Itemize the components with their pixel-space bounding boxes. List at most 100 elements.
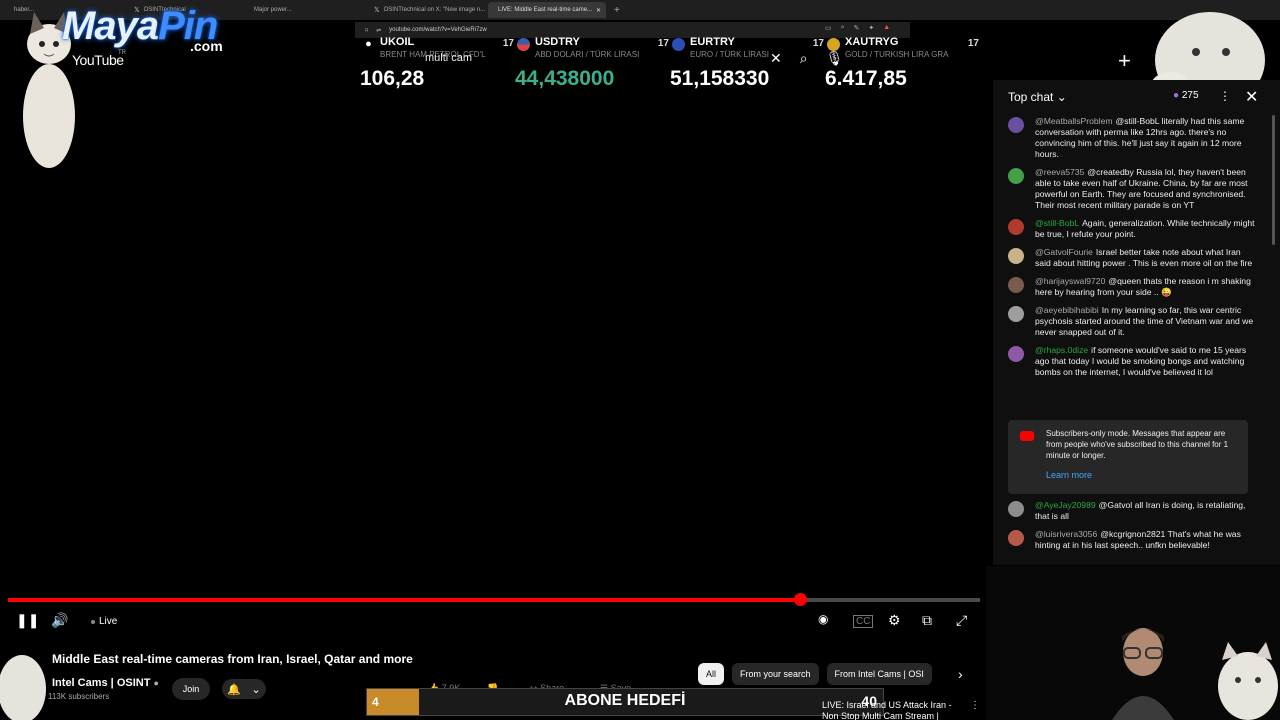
settings-icon[interactable]: ⚙ [888,612,901,629]
close-icon[interactable]: ✕ [770,50,782,67]
related-title-line2: Non Stop Multi Cam Stream | [822,711,939,720]
avatar[interactable] [1008,306,1024,322]
chat-message: @GatvolFourie Israel better take note abo… [1008,247,1258,269]
more-options-icon[interactable]: ⋮ [970,700,980,711]
ticker-value: 106,28 [360,67,425,90]
us-flag-icon [517,38,530,51]
overlay-icons: ✕ ⌕ 🎙 [770,50,843,67]
browser-tab-active[interactable]: LIVE: Middle East real-time came... ✕ [488,2,606,18]
browser-tab[interactable]: Major power... [248,2,366,18]
chat-mode-dropdown[interactable]: Top chat ⌄ [1008,90,1067,104]
close-chat-icon[interactable]: ✕ [1245,87,1258,107]
chat-message-body: @harijayswal9720 @queen thats the reason … [1035,276,1258,298]
extension-icon[interactable]: ✦ [868,24,874,32]
avatar[interactable] [1008,168,1024,184]
oil-drop-icon: ● [362,38,375,51]
chat-message-body: @MeatballsProblem @still-BobL literally h… [1035,116,1258,160]
notice-text: Subscribers-only mode. Messages that app… [1046,429,1229,460]
chip-all[interactable]: All [698,663,725,685]
miniplayer-icon[interactable]: ⧉ [922,612,932,629]
avatar[interactable] [1008,277,1024,293]
youtube-wordmark: YouTube [72,52,124,68]
captions-icon[interactable]: CC [853,615,874,628]
chat-message: @reeva5735 @createdby Russia lol, they ha… [1008,167,1258,211]
chat-message: @aeyebibihabibi In my learning so far, th… [1008,305,1258,338]
ticker-symbol: EURTRY [690,36,735,48]
live-label[interactable]: Live [99,616,117,627]
live-indicator-icon [91,620,95,624]
chat-author[interactable]: @aeyebibihabibi [1035,305,1099,315]
eu-flag-icon [672,38,685,51]
avatar[interactable] [1008,117,1024,133]
bookmark-icon[interactable]: ⌑ [365,27,368,34]
x-icon: 𝕏 [374,7,380,14]
chat-message: @harijayswal9720 @queen thats the reason … [1008,276,1258,298]
close-tab-icon[interactable]: ✕ [596,7,601,14]
tradingview-icon: 17 [812,38,824,49]
new-tab-button[interactable]: + [614,5,620,16]
chat-author[interactable]: @harijayswal9720 [1035,276,1105,286]
streamer-image [1112,628,1174,720]
chip-from-your-search[interactable]: From your search [732,663,819,685]
ticker-name: ABD DOLARI / TÜRK LİRASI [535,50,640,59]
chat-message-body: @aeyebibihabibi In my learning so far, th… [1035,305,1258,338]
cast-icon[interactable]: ▭ [825,24,832,32]
channel-name[interactable]: Intel Cams | OSINT ● [52,677,159,689]
live-chat-panel: Top chat ⌄ ● 275 ⋮ ✕ @MeatballsProblem @s… [993,80,1280,565]
autoplay-icon[interactable]: ◉ [818,612,828,626]
shield-icon[interactable]: ▲ [883,24,890,32]
ticker-name: GOLD / TURKISH LIRA GRA [845,50,949,59]
logo-com: .com [190,38,223,54]
search-icon[interactable]: ⌕ [800,50,808,67]
avatar[interactable] [1008,530,1024,546]
screen: haber... 𝕏 OSINTtechnical Major power... … [0,0,1280,720]
fullscreen-icon[interactable]: ⤢ [956,612,967,629]
chip-from-channel[interactable]: From Intel Cams | OSI [826,663,932,685]
chat-message-body: @rhaps.0dize if someone would've said to … [1035,345,1258,378]
address-bar-icons: ▭ ⌕ ✎ ✦ ▲ [825,24,890,32]
search-query-text: multi cam [425,52,473,64]
chat-message-body: @GatvolFourie Israel better take note abo… [1035,247,1258,269]
avatar[interactable] [1008,346,1024,362]
chevron-right-icon[interactable]: › [958,666,963,682]
viewer-count-value: 275 [1181,90,1199,101]
microphone-icon[interactable]: 🎙 [826,50,844,67]
zoom-icon[interactable]: ⌕ [841,24,845,32]
chat-message: @still-BobL Again, generalization. While … [1008,218,1258,240]
chat-message: @rhaps.0dize if someone would've said to … [1008,345,1258,378]
chat-author[interactable]: @still-BobL [1035,218,1079,228]
avatar[interactable] [1008,219,1024,235]
chat-author[interactable]: @reeva5735 [1035,167,1084,177]
notification-bell-button[interactable]: 🔔 ⌄ [222,679,266,699]
volume-icon[interactable]: 🔊 [51,612,68,629]
goal-label: ABONE HEDEFİ [564,692,686,709]
chat-author[interactable]: @AyeJay20989 [1035,500,1096,510]
ticker-value: 44,438000 [515,67,615,90]
avatar[interactable] [1008,248,1024,264]
more-options-icon[interactable]: ⋮ [1219,89,1231,103]
chat-author[interactable]: @rhaps.0dize [1035,345,1088,355]
edit-icon[interactable]: ✎ [854,24,860,32]
ticker-value: 6.417,85 [825,67,907,90]
chat-author[interactable]: @GatvolFourie [1035,247,1093,257]
chat-message: @MeatballsProblem @still-BobL literally h… [1008,116,1258,160]
chat-message-body: @AyeJay20989 @Gatvol all Iran is doing, i… [1035,500,1258,522]
tradingview-icon: 17 [967,38,979,49]
logo-maya: Maya [62,4,159,48]
join-button[interactable]: Join [172,678,210,700]
progress-fill [8,598,801,602]
create-icon[interactable]: + [1118,48,1131,74]
related-video-title[interactable]: LIVE: Israel and US Attack Iran - Non Sto… [822,700,952,720]
chat-author[interactable]: @luisrivera3056 [1035,529,1097,539]
site-info-icon[interactable]: ⇌ [376,27,381,34]
chat-message-body: @still-BobL Again, generalization. While … [1035,218,1258,240]
avatar[interactable] [1008,501,1024,517]
chat-scrollbar[interactable] [1272,115,1275,245]
progress-scrubber[interactable] [794,593,808,606]
browser-tab[interactable]: 𝕏 OSINTtechnical on X: "New image n... [368,2,486,18]
pause-icon[interactable]: ❚❚ [16,612,39,629]
youtube-icon [1020,431,1034,441]
learn-more-link[interactable]: Learn more [1046,470,1092,481]
video-progress-bar[interactable] [8,593,980,606]
chat-author[interactable]: @MeatballsProblem [1035,116,1113,126]
